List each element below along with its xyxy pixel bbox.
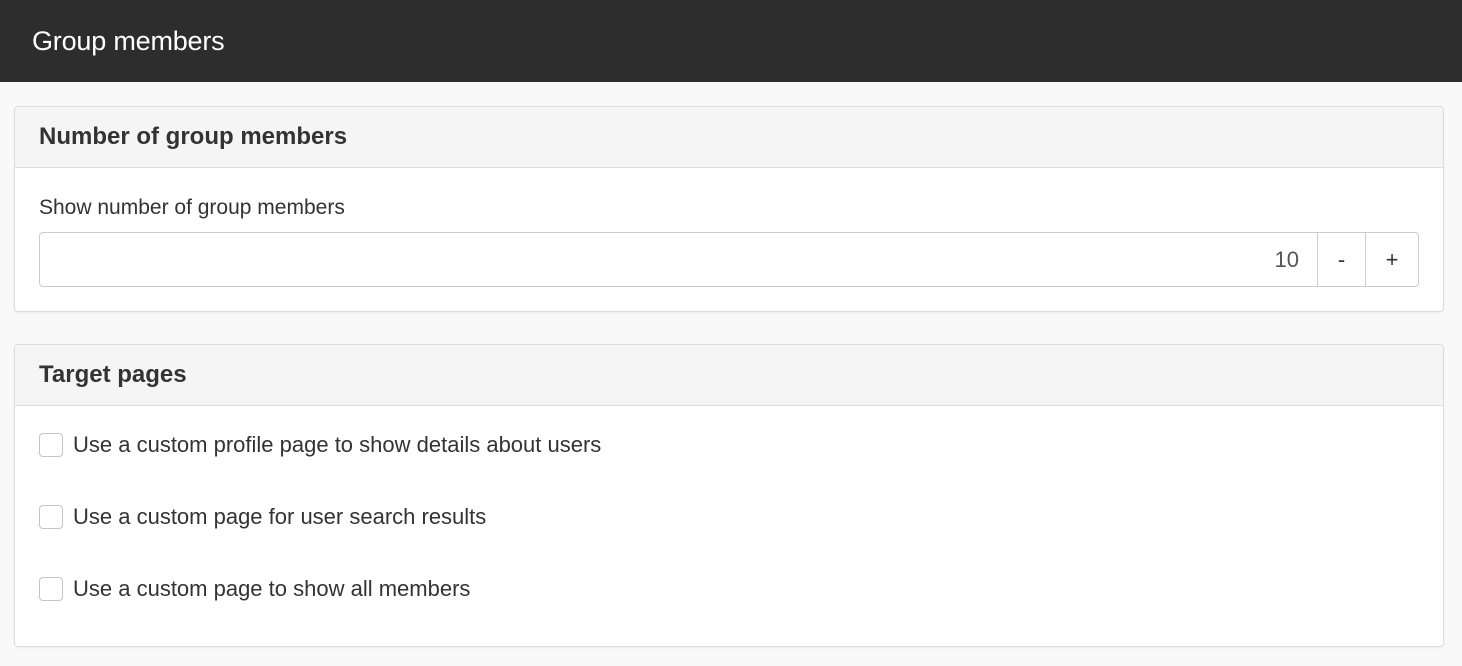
decrement-button[interactable]: - [1318, 232, 1366, 287]
custom-profile-page-label: Use a custom profile page to show detail… [73, 432, 602, 457]
increment-button[interactable]: + [1366, 232, 1419, 287]
members-count-stepper: - + [39, 232, 1419, 287]
members-count-panel: Number of group members Show number of g… [14, 106, 1444, 312]
panel-heading: Target pages [15, 345, 1443, 406]
custom-search-page-label: Use a custom page for user search result… [73, 504, 487, 529]
custom-members-page-checkbox[interactable] [39, 577, 63, 601]
target-pages-panel: Target pages Use a custom profile page t… [14, 344, 1444, 647]
panel-heading: Number of group members [15, 107, 1443, 168]
custom-members-page-option[interactable]: Use a custom page to show all members [39, 576, 470, 602]
app-header: Group members [0, 0, 1462, 82]
custom-search-page-checkbox[interactable] [39, 505, 63, 529]
custom-search-page-option[interactable]: Use a custom page for user search result… [39, 504, 486, 530]
panel-title: Target pages [39, 361, 187, 388]
page-title: Group members [32, 25, 225, 56]
members-count-input[interactable] [39, 232, 1318, 287]
custom-profile-page-checkbox[interactable] [39, 433, 63, 457]
custom-members-page-label: Use a custom page to show all members [73, 576, 471, 601]
panel-title: Number of group members [39, 123, 348, 150]
members-count-label: Show number of group members [39, 196, 345, 219]
custom-profile-page-option[interactable]: Use a custom profile page to show detail… [39, 432, 601, 458]
